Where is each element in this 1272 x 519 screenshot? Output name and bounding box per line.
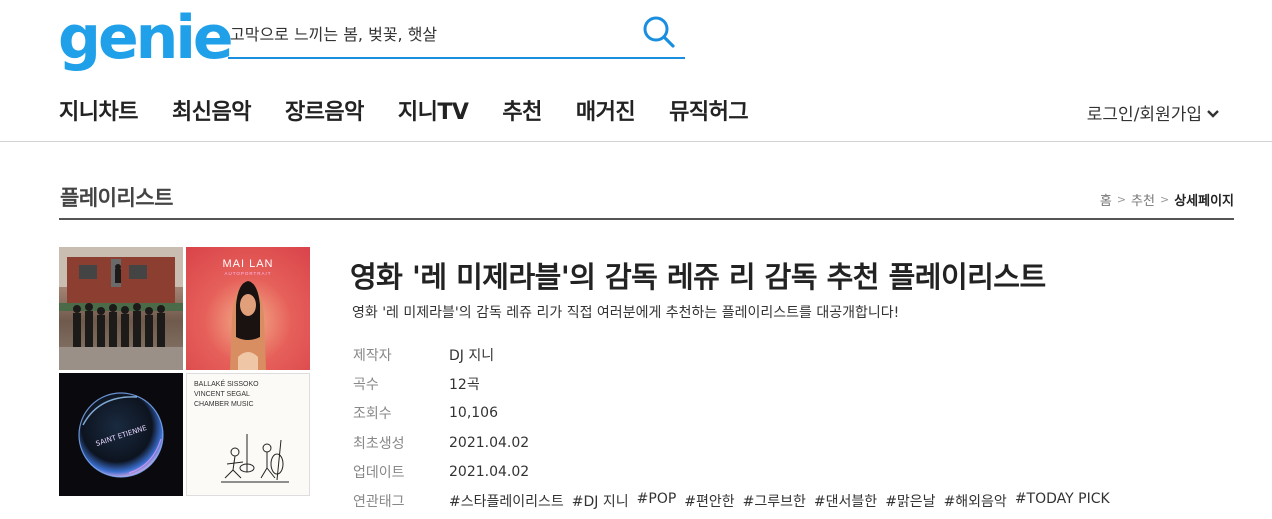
tag-link[interactable]: #POP: [637, 491, 677, 511]
meta-label: 조회수: [353, 406, 392, 423]
tag-link[interactable]: #스타플레이리스트: [449, 491, 564, 511]
nav-item-recommend[interactable]: 추천: [502, 94, 542, 126]
login-signup-button[interactable]: 로그인/회원가입: [1087, 100, 1220, 125]
section-divider: [59, 218, 1234, 220]
meta-row-created: 최초생성 2021.04.02: [353, 428, 1118, 457]
nav-item-new-music[interactable]: 최신음악: [172, 94, 251, 126]
meta-label: 최초생성: [353, 435, 405, 452]
meta-row-creator: 제작자 DJ 지니: [353, 340, 1118, 369]
tag-link[interactable]: #댄서블한: [814, 491, 877, 511]
mai-lan-subtitle: AUTOPORTRAIT: [224, 271, 271, 276]
meta-row-updated: 업데이트 2021.04.02: [353, 457, 1118, 486]
login-label: 로그인/회원가입: [1086, 105, 1202, 125]
chamber-line-3: CHAMBER MUSIC: [194, 401, 254, 408]
album-cover-glass-sphere: SAINT ETIENNE: [59, 373, 183, 496]
playlist-description: 영화 '레 미제라블'의 감독 레쥬 리가 직접 여러분에게 추천하는 플레이리…: [352, 305, 900, 321]
chevron-right-icon: >: [1116, 193, 1127, 206]
meta-row-views: 조회수 10,106: [353, 399, 1118, 428]
meta-value-views: 10,106: [449, 405, 498, 422]
tag-link[interactable]: #해외음악: [944, 491, 1007, 511]
meta-value-track-count: 12곡: [449, 376, 480, 393]
meta-label: 업데이트: [353, 464, 405, 481]
meta-label: 곡수: [353, 376, 379, 393]
playlist-title: 영화 '레 미제라블'의 감독 레쥬 리 감독 추천 플레이리스트: [350, 260, 1046, 294]
meta-value-updated: 2021.04.02: [449, 463, 530, 480]
meta-value-created: 2021.04.02: [449, 434, 530, 451]
breadcrumb-current: 상세페이지: [1174, 194, 1234, 209]
page: genie 지니차트 최신음악 장르음악 지니TV 추천 매거진 뮤직허그 로그…: [0, 0, 1272, 519]
meta-value-creator: DJ 지니: [449, 347, 495, 364]
search-input[interactable]: [230, 20, 620, 46]
nav-item-music-hug[interactable]: 뮤직허그: [669, 94, 748, 126]
header-divider: [0, 141, 1272, 142]
nav-item-genre[interactable]: 장르음악: [285, 94, 364, 126]
meta-label: 제작자: [353, 347, 392, 364]
main-nav: 지니차트 최신음악 장르음악 지니TV 추천 매거진 뮤직허그: [59, 94, 782, 126]
search-bar: [228, 12, 685, 59]
chevron-right-icon: >: [1159, 193, 1170, 206]
breadcrumb: 홈 > 추천 > 상세페이지: [1100, 190, 1234, 209]
album-cover-band-photo: [59, 247, 183, 370]
chamber-line-2: VINCENT SEGAL: [194, 391, 250, 398]
album-cover-mai-lan: MAI LAN AUTOPORTRAIT: [186, 247, 310, 370]
mai-lan-title: MAI LAN: [222, 258, 273, 270]
meta-label: 연관태그: [353, 494, 405, 511]
tag-link[interactable]: #DJ 지니: [572, 491, 629, 511]
breadcrumb-recommend[interactable]: 추천: [1131, 190, 1155, 209]
tag-link[interactable]: #그루브한: [743, 491, 806, 511]
chevron-down-icon: [1206, 106, 1220, 120]
nav-item-magazine[interactable]: 매거진: [576, 94, 636, 126]
tag-link[interactable]: #맑은날: [885, 491, 935, 511]
meta-row-track-count: 곡수 12곡: [353, 369, 1118, 398]
chamber-line-1: BALLAKÉ SISSOKO: [194, 379, 259, 388]
tag-list: #스타플레이리스트 #DJ 지니 #POP #편안한 #그루브한 #댄서블한 #…: [449, 491, 1118, 511]
nav-item-chart[interactable]: 지니차트: [59, 94, 138, 126]
tag-link[interactable]: #TODAY PICK: [1015, 491, 1110, 511]
section-title: 플레이리스트: [60, 186, 173, 210]
album-cover-chamber-music: BALLAKÉ SISSOKO VINCENT SEGAL CHAMBER MU…: [186, 373, 310, 496]
search-icon[interactable]: [641, 14, 677, 50]
genie-logo[interactable]: genie: [58, 8, 234, 68]
playlist-meta: 제작자 DJ 지니 곡수 12곡 조회수 10,106 최초생성 2021.04…: [353, 340, 1118, 516]
meta-row-tags: 연관태그 #스타플레이리스트 #DJ 지니 #POP #편안한 #그루브한 #댄…: [353, 486, 1118, 515]
nav-item-genie-tv[interactable]: 지니TV: [398, 94, 469, 126]
tag-link[interactable]: #편안한: [684, 491, 734, 511]
breadcrumb-home[interactable]: 홈: [1100, 190, 1112, 209]
playlist-cover-grid[interactable]: MAI LAN AUTOPORTRAIT SAINT ETIENNE BALLA…: [59, 247, 310, 497]
